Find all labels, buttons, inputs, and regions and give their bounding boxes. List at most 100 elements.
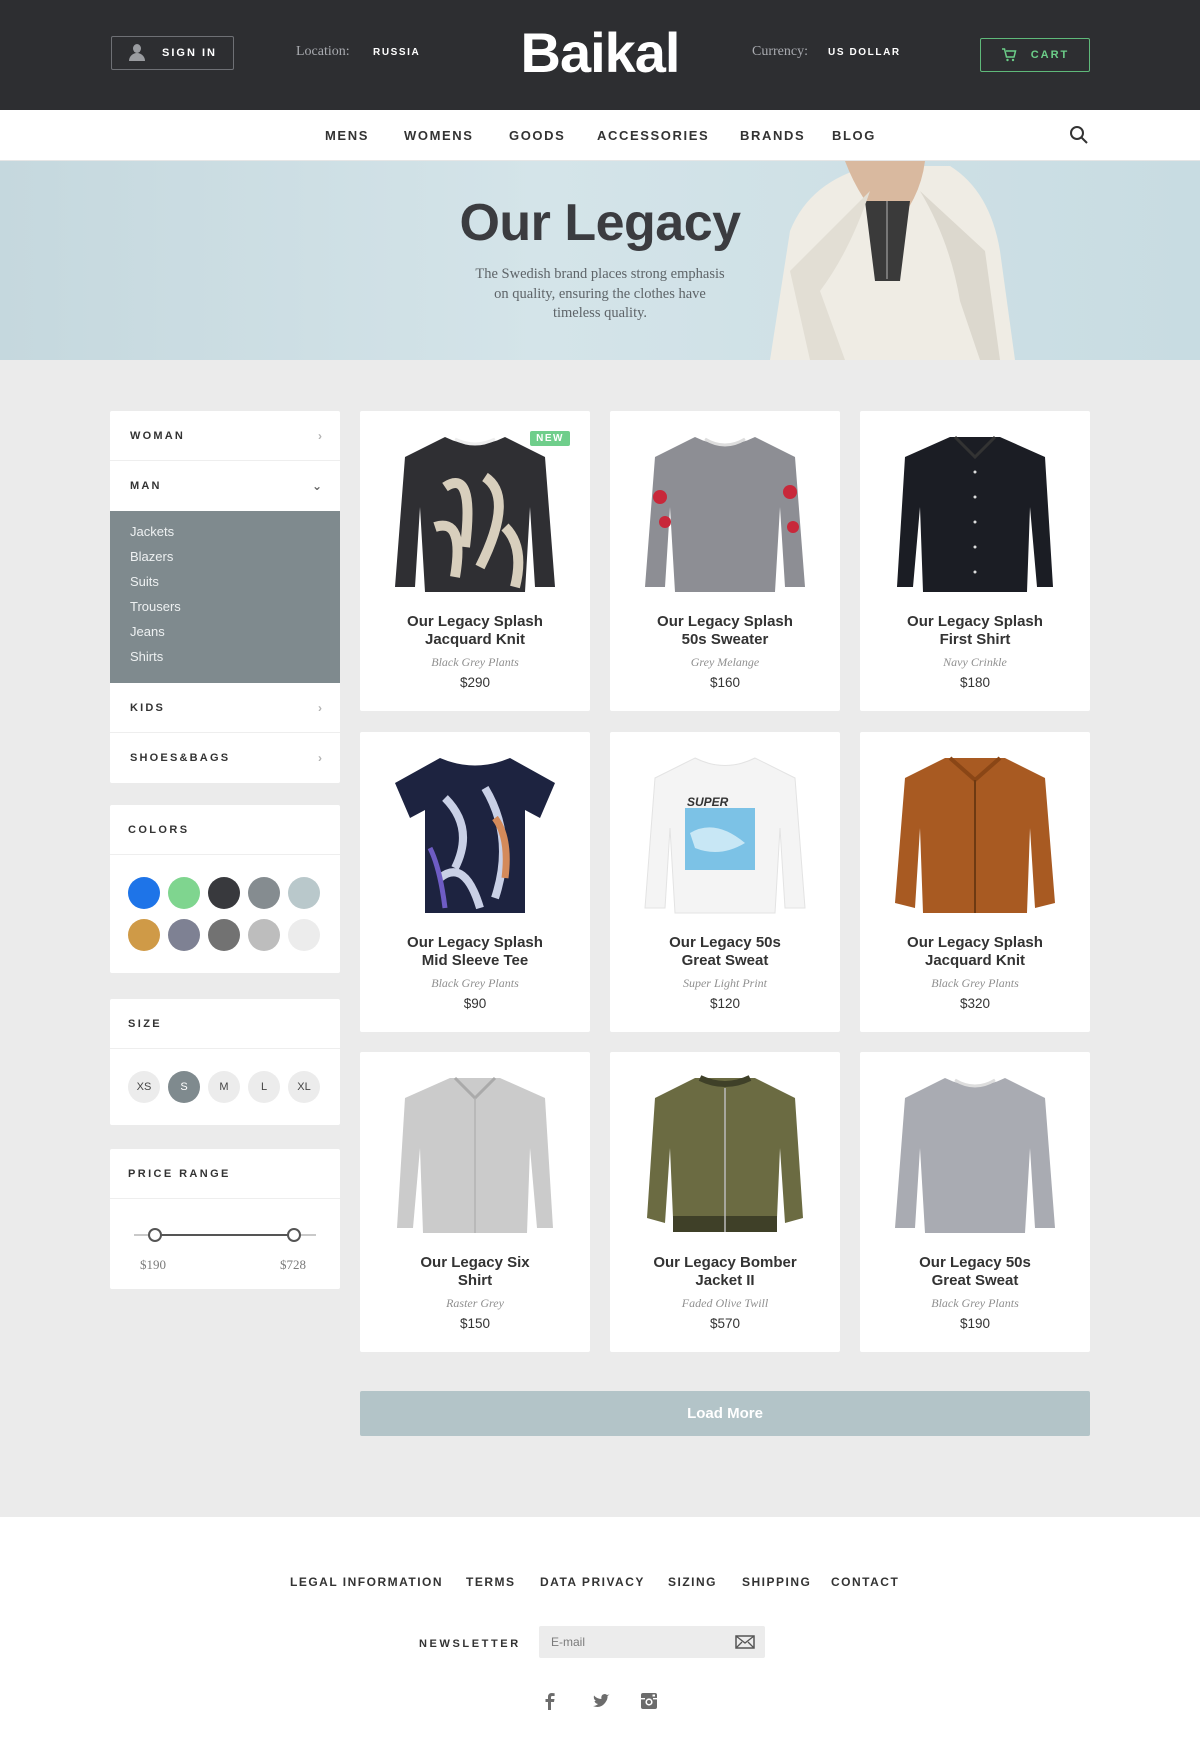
nav-item-goods[interactable]: GOODS bbox=[509, 128, 565, 143]
product-card[interactable]: SUPER Our Legacy 50s Great Sweat Super Li… bbox=[610, 732, 840, 1032]
nav-item-womens[interactable]: WOMENS bbox=[404, 128, 474, 143]
nav-item-brands[interactable]: BRANDS bbox=[740, 128, 805, 143]
category-man[interactable]: MAN ⌄ bbox=[110, 461, 340, 511]
product-variant: Black Grey Plants bbox=[931, 1296, 1019, 1310]
product-name[interactable]: Our Legacy 50s Great Sweat bbox=[620, 934, 830, 970]
cart-label: CART bbox=[1030, 49, 1070, 61]
product-variant: Grey Melange bbox=[690, 655, 760, 669]
size-options: XS S M L XL bbox=[110, 1049, 340, 1125]
instagram-icon[interactable] bbox=[639, 1691, 659, 1711]
product-price: $570 bbox=[709, 1316, 741, 1331]
submenu-item-jackets[interactable]: Jackets bbox=[130, 523, 320, 548]
submenu-item-trousers[interactable]: Trousers bbox=[130, 598, 320, 623]
footer-link-contact[interactable]: CONTACT bbox=[831, 1575, 899, 1589]
main-nav: MENS WOMENS GOODS ACCESSORIES BRANDS BLO… bbox=[0, 110, 1200, 161]
price-max-label: $728 bbox=[280, 1257, 306, 1272]
product-name[interactable]: Our Legacy Splash First Shirt bbox=[870, 613, 1080, 649]
color-swatch[interactable] bbox=[288, 919, 320, 951]
size-option-l[interactable]: L bbox=[248, 1071, 280, 1103]
colors-panel: COLORS bbox=[110, 805, 340, 973]
product-name[interactable]: Our Legacy Splash 50s Sweater bbox=[620, 613, 830, 649]
product-card[interactable]: NEW Our Legacy Splash Jacquard Knit Black… bbox=[360, 411, 590, 711]
category-shoes-bags[interactable]: SHOES&BAGS › bbox=[110, 733, 340, 783]
product-name[interactable]: Our Legacy Splash Mid Sleeve Tee bbox=[370, 934, 580, 970]
top-bar: SIGN IN Location: RUSSIA Baikal Currency… bbox=[0, 0, 1200, 110]
cart-icon bbox=[1001, 48, 1017, 62]
price-range-title: PRICE RANGE bbox=[110, 1149, 340, 1199]
product-name[interactable]: Our Legacy Bomber Jacket II bbox=[620, 1254, 830, 1290]
slider-max-handle[interactable] bbox=[287, 1228, 301, 1242]
color-swatch[interactable] bbox=[288, 877, 320, 909]
cart-button[interactable]: CART bbox=[980, 38, 1090, 72]
product-card[interactable]: Our Legacy Six Shirt Raster Grey $150 bbox=[360, 1052, 590, 1352]
product-image-bomber bbox=[647, 1075, 803, 1232]
size-option-xs[interactable]: XS bbox=[128, 1071, 160, 1103]
submenu-item-blazers[interactable]: Blazers bbox=[130, 548, 320, 573]
product-name[interactable]: Our Legacy Six Shirt bbox=[370, 1254, 580, 1290]
product-price: $180 bbox=[959, 675, 991, 690]
product-name[interactable]: Our Legacy 50s Great Sweat bbox=[870, 1254, 1080, 1290]
product-image-sweatshirt bbox=[895, 1078, 1055, 1233]
nav-item-blog[interactable]: BLOG bbox=[832, 128, 876, 143]
color-swatch[interactable] bbox=[248, 919, 280, 951]
product-image-jacket bbox=[895, 756, 1055, 913]
load-more-button[interactable]: Load More bbox=[360, 1391, 1090, 1436]
product-card[interactable]: Our Legacy Splash Mid Sleeve Tee Black Gr… bbox=[360, 732, 590, 1032]
product-price: $150 bbox=[459, 1316, 491, 1331]
chevron-right-icon: › bbox=[318, 751, 322, 765]
color-swatch[interactable] bbox=[168, 877, 200, 909]
hero-subtitle: The Swedish brand places strong emphasis… bbox=[475, 266, 725, 321]
price-min-label: $190 bbox=[140, 1257, 166, 1272]
color-swatch[interactable] bbox=[128, 919, 160, 951]
color-swatch[interactable] bbox=[128, 877, 160, 909]
color-swatch[interactable] bbox=[208, 877, 240, 909]
product-card[interactable]: Our Legacy Splash Jacquard Knit Black Gre… bbox=[860, 732, 1090, 1032]
product-image-shirt bbox=[397, 1076, 553, 1233]
product-card[interactable]: Our Legacy Splash First Shirt Navy Crinkl… bbox=[860, 411, 1090, 711]
product-name[interactable]: Our Legacy Splash Jacquard Knit bbox=[370, 613, 580, 649]
currency-label: Currency: bbox=[752, 44, 808, 59]
footer-link-legal[interactable]: LEGAL INFORMATION bbox=[290, 1575, 443, 1589]
hero-model-image bbox=[770, 161, 1015, 360]
nav-item-accessories[interactable]: ACCESSORIES bbox=[597, 128, 709, 143]
product-name[interactable]: Our Legacy Splash Jacquard Knit bbox=[870, 934, 1080, 970]
man-submenu: Jackets Blazers Suits Trousers Jeans Shi… bbox=[110, 511, 340, 683]
product-image-sweatshirt: SUPER bbox=[644, 757, 806, 914]
chevron-right-icon: › bbox=[318, 428, 322, 443]
color-swatch[interactable] bbox=[168, 919, 200, 951]
product-variant: Faded Olive Twill bbox=[681, 1296, 769, 1310]
twitter-icon[interactable] bbox=[591, 1691, 611, 1711]
product-image-sweater bbox=[395, 437, 555, 592]
size-option-xl[interactable]: XL bbox=[288, 1071, 320, 1103]
category-woman[interactable]: WOMAN › bbox=[110, 411, 340, 461]
category-kids[interactable]: KIDS › bbox=[110, 683, 340, 733]
nav-item-mens[interactable]: MENS bbox=[325, 128, 369, 143]
submenu-item-suits[interactable]: Suits bbox=[130, 573, 320, 598]
color-swatch[interactable] bbox=[248, 877, 280, 909]
slider-min-handle[interactable] bbox=[148, 1228, 162, 1242]
facebook-icon[interactable] bbox=[540, 1691, 560, 1711]
submenu-item-shirts[interactable]: Shirts bbox=[130, 648, 320, 673]
product-image-shirt bbox=[897, 435, 1053, 592]
color-swatch[interactable] bbox=[208, 919, 240, 951]
product-image-tee bbox=[395, 758, 555, 913]
product-image-sweater bbox=[645, 437, 805, 592]
product-card[interactable]: Our Legacy Bomber Jacket II Faded Olive T… bbox=[610, 1052, 840, 1352]
product-card[interactable]: Our Legacy 50s Great Sweat Black Grey Pla… bbox=[860, 1052, 1090, 1352]
footer-link-terms[interactable]: TERMS bbox=[466, 1575, 516, 1589]
search-icon[interactable] bbox=[1069, 125, 1089, 145]
submenu-item-jeans[interactable]: Jeans bbox=[130, 623, 320, 648]
footer-link-data-privacy[interactable]: DATA PRIVACY bbox=[540, 1575, 645, 1589]
product-card[interactable]: Our Legacy Splash 50s Sweater Grey Melang… bbox=[610, 411, 840, 711]
size-option-m[interactable]: M bbox=[208, 1071, 240, 1103]
product-variant: Super Light Print bbox=[682, 976, 767, 990]
mail-icon[interactable] bbox=[735, 1635, 755, 1649]
email-input[interactable] bbox=[539, 1626, 765, 1658]
size-option-s[interactable]: S bbox=[168, 1071, 200, 1103]
footer-link-shipping[interactable]: SHIPPING bbox=[742, 1575, 811, 1589]
hero-banner: Our Legacy The Swedish brand places stro… bbox=[0, 161, 1200, 360]
colors-title: COLORS bbox=[110, 805, 340, 855]
currency-selector[interactable]: US DOLLAR bbox=[828, 47, 901, 58]
footer-link-sizing[interactable]: SIZING bbox=[668, 1575, 717, 1589]
product-price: $90 bbox=[463, 996, 487, 1011]
